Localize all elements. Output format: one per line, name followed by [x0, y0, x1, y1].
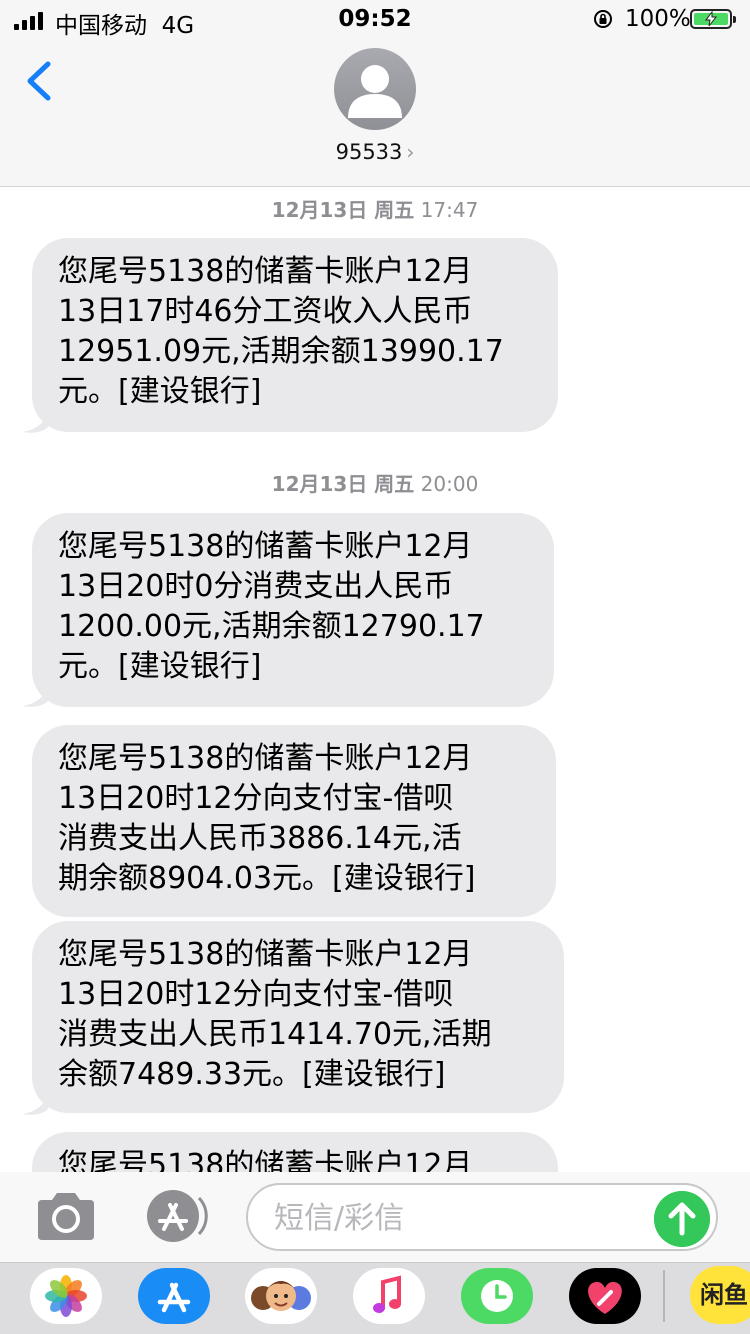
chevron-right-icon: ›: [406, 140, 415, 164]
app-store-button-icon[interactable]: [140, 1189, 212, 1243]
message-bubble[interactable]: 您尾号5138的储蓄卡账户12月 13日20时12分向支付宝-借呗 消费支出人民…: [32, 725, 556, 917]
contact-name[interactable]: 95533 ›: [0, 140, 750, 164]
battery-icon: [690, 9, 736, 29]
send-arrow-icon[interactable]: [654, 1191, 710, 1247]
memoji-icon[interactable]: [245, 1268, 317, 1324]
conversation-header: 中国移动 4G 09:52 100% 95533 ›: [0, 0, 750, 187]
timestamp-date: 12月13日 周五: [271, 198, 415, 222]
timestamp-date: 12月13日 周五: [271, 472, 415, 496]
camera-icon[interactable]: [34, 1190, 98, 1242]
app-strip-divider: [663, 1270, 665, 1322]
message-bubble[interactable]: 您尾号5138的储蓄卡账户12月: [32, 1132, 558, 1172]
status-bar: 中国移动 4G 09:52 100%: [0, 0, 750, 40]
partially-visible-message: 您尾号5138的储蓄卡账户12月: [0, 1130, 750, 1172]
battery-percent: 100%: [625, 6, 691, 32]
app-store-icon[interactable]: [138, 1268, 210, 1324]
clock-icon[interactable]: [461, 1268, 533, 1324]
message-timestamp: 12月13日 周五 20:00: [0, 468, 750, 497]
timestamp-time: 17:47: [420, 198, 479, 222]
message-bubble[interactable]: 您尾号5138的储蓄卡账户12月 13日20时0分消费支出人民币 1200.00…: [32, 513, 554, 707]
person-silhouette-icon: [348, 65, 402, 118]
contact-number[interactable]: 95533: [336, 140, 403, 164]
charging-bolt-icon: [705, 11, 718, 27]
orientation-lock-icon: [594, 10, 612, 28]
xianyu-app-icon[interactable]: 闲鱼: [690, 1266, 750, 1324]
message-input-field[interactable]: [246, 1183, 718, 1251]
heart-app-icon[interactable]: [569, 1268, 641, 1324]
message-timestamp: 12月13日 周五 17:47: [0, 194, 750, 223]
photos-icon[interactable]: [30, 1268, 102, 1324]
message-bubble[interactable]: 您尾号5138的储蓄卡账户12月 13日17时46分工资收入人民币 12951.…: [32, 238, 558, 432]
contact-avatar[interactable]: [334, 48, 416, 130]
message-bubble[interactable]: 您尾号5138的储蓄卡账户12月 13日20时12分向支付宝-借呗 消费支出人民…: [32, 921, 564, 1113]
message-input[interactable]: [272, 1193, 646, 1243]
timestamp-time: 20:00: [420, 472, 479, 496]
back-chevron-icon[interactable]: [22, 58, 58, 104]
music-icon[interactable]: [353, 1268, 425, 1324]
